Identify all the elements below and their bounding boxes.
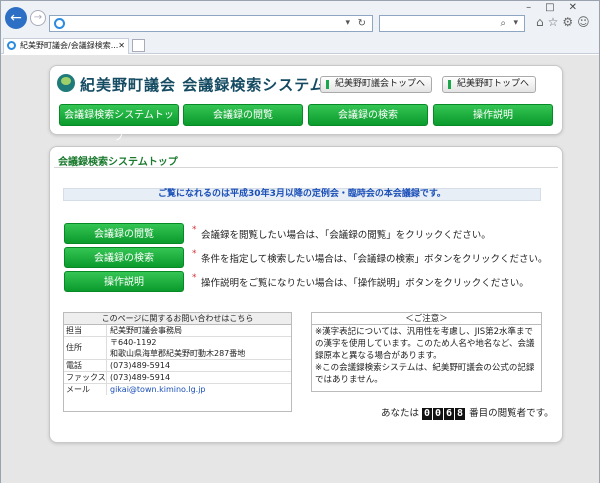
smiley-icon[interactable]: ☺ xyxy=(577,15,594,29)
minimize-button[interactable]: – xyxy=(526,2,545,13)
site-title: 紀美野町議会 会議録検索システム xyxy=(80,76,326,94)
tab-bar: 紀美野町議会/会議録検索... ✕ xyxy=(1,37,599,54)
counter-digit: 0 xyxy=(422,408,433,420)
address-bar[interactable]: ▾ ↻ xyxy=(49,15,373,32)
contact-key: メール xyxy=(64,384,107,395)
menu-browse[interactable]: 会議録の閲覧 xyxy=(183,104,303,126)
site-header: 紀美野町議会 会議録検索システム 紀美野町議会トップへ 紀美野町トップへ 会議録… xyxy=(49,65,563,143)
forward-button[interactable]: → xyxy=(30,10,46,26)
menu-system-top[interactable]: 会議録検索システムトップ xyxy=(59,104,179,143)
address-dropdown-icon[interactable]: ▾ xyxy=(345,16,350,31)
contact-heading: このページに関するお問い合わせはこちら xyxy=(64,313,291,325)
contact-row: メール gikai@town.kimino.lg.jp xyxy=(64,384,291,395)
tab-close-icon[interactable]: ✕ xyxy=(118,39,125,53)
caution-text-2: ※この会議録検索システムは、紀美野町議会の公式の記録ではありません。 xyxy=(315,363,535,385)
browser-toolbar-icons: ⌂☆⚙☺ xyxy=(536,15,594,29)
counter-suffix: 番目の閲覧者です。 xyxy=(469,408,554,419)
help-button[interactable]: 操作説明 xyxy=(64,271,184,292)
town-logo-icon xyxy=(57,74,75,92)
caution-text-1: ※漢字表記については、汎用性を考慮し、JIS第2水準までの漢字を使用しています。… xyxy=(315,327,535,361)
browse-button[interactable]: 会議録の閲覧 xyxy=(64,223,184,244)
counter-prefix: あなたは xyxy=(381,408,420,419)
counter-digits: 0068 xyxy=(422,408,466,420)
help-description: 操作説明をご覧になりたい場合は、「操作説明」ボタンをクリックください。 xyxy=(201,278,529,289)
contact-value: (073)489-5914 xyxy=(110,361,171,370)
search-button[interactable]: 会議録の検索 xyxy=(64,247,184,268)
contact-box: このページに関するお問い合わせはこちら 担当 紀美野町議会事務局 住所 〒640-1… xyxy=(63,312,292,412)
back-button[interactable]: ← xyxy=(5,7,27,29)
browser-navbar: ← → ▾ ↻ ⌕ ▾ ⌂☆⚙☺ –□✕ xyxy=(1,1,599,37)
visitor-counter: あなたは 0068 番目の閲覧者です。 xyxy=(381,405,554,420)
ie-icon xyxy=(54,18,65,29)
browser-window: ← → ▾ ↻ ⌕ ▾ ⌂☆⚙☺ –□✕ 紀美野町議会/会議録検索... ✕ 紀… xyxy=(0,0,600,483)
contact-row: 電話 (073)489-5914 xyxy=(64,360,291,372)
section-title: 会議録検索システムトップ xyxy=(58,157,178,168)
notice-banner: ご覧になれるのは平成30年3月以降の定例会・臨時会の本会議録です。 xyxy=(63,188,541,201)
counter-digit: 6 xyxy=(444,408,455,420)
caution-heading: ＜ご注意＞ xyxy=(312,313,541,325)
contact-value: 〒640-1192 和歌山県海草郡紀美野町動木287番地 xyxy=(107,337,245,359)
favorites-star-icon[interactable]: ☆ xyxy=(548,15,563,29)
contact-value: gikai@town.kimino.lg.jp xyxy=(107,384,206,395)
town-top-link[interactable]: 紀美野町トップへ xyxy=(442,76,537,93)
contact-row: 住所 〒640-1192 和歌山県海草郡紀美野町動木287番地 xyxy=(64,337,291,360)
window-controls: –□✕ xyxy=(526,2,591,13)
browser-search-box[interactable]: ⌕ ▾ xyxy=(379,15,525,32)
bullet-star-icon: * xyxy=(192,249,197,259)
contact-value: 紀美野町議会事務局 xyxy=(110,326,182,335)
maximize-button[interactable]: □ xyxy=(545,2,568,13)
close-button[interactable]: ✕ xyxy=(569,2,591,13)
divider xyxy=(54,167,558,168)
contact-value: (073)489-5914 xyxy=(110,373,171,382)
tab-favicon-icon xyxy=(7,41,16,50)
counter-digit: 8 xyxy=(455,408,466,420)
contact-key: ファックス xyxy=(66,372,107,383)
search-description: 条件を指定して検索したい場合は、「会議録の検索」ボタンをクリックください。 xyxy=(201,254,548,265)
counter-digit: 0 xyxy=(433,408,444,420)
browse-description: 会議録を閲覧したい場合は、「会議録の閲覧」をクリックください。 xyxy=(201,230,491,241)
contact-key: 担当 xyxy=(64,325,107,336)
tab-title: 紀美野町議会/会議録検索... xyxy=(20,41,119,50)
bullet-star-icon: * xyxy=(192,225,197,235)
new-tab-button[interactable] xyxy=(132,39,145,52)
search-dropdown-icon[interactable]: ▾ xyxy=(513,16,518,31)
refresh-icon[interactable]: ↻ xyxy=(358,16,366,31)
settings-gear-icon[interactable]: ⚙ xyxy=(562,15,577,29)
council-top-link[interactable]: 紀美野町議会トップへ xyxy=(320,76,433,93)
address: 和歌山県海草郡紀美野町動木287番地 xyxy=(110,349,246,358)
contact-key: 電話 xyxy=(64,360,107,371)
browser-tab[interactable]: 紀美野町議会/会議録検索... ✕ xyxy=(3,38,129,54)
contact-key: 住所 xyxy=(64,337,107,359)
menu-help[interactable]: 操作説明 xyxy=(433,104,553,126)
postal-code: 〒640-1192 xyxy=(110,338,157,347)
caution-box: ＜ご注意＞ ※漢字表記については、汎用性を考慮し、JIS第2水準までの漢字を使用… xyxy=(311,312,542,392)
home-icon[interactable]: ⌂ xyxy=(536,15,548,29)
search-icon[interactable]: ⌕ xyxy=(500,16,506,31)
contact-row: 担当 紀美野町議会事務局 xyxy=(64,325,291,337)
email-link[interactable]: gikai@town.kimino.lg.jp xyxy=(110,385,206,394)
menu-search[interactable]: 会議録の検索 xyxy=(308,104,428,126)
bullet-star-icon: * xyxy=(192,273,197,283)
contact-row: ファックス (073)489-5914 xyxy=(64,372,291,384)
